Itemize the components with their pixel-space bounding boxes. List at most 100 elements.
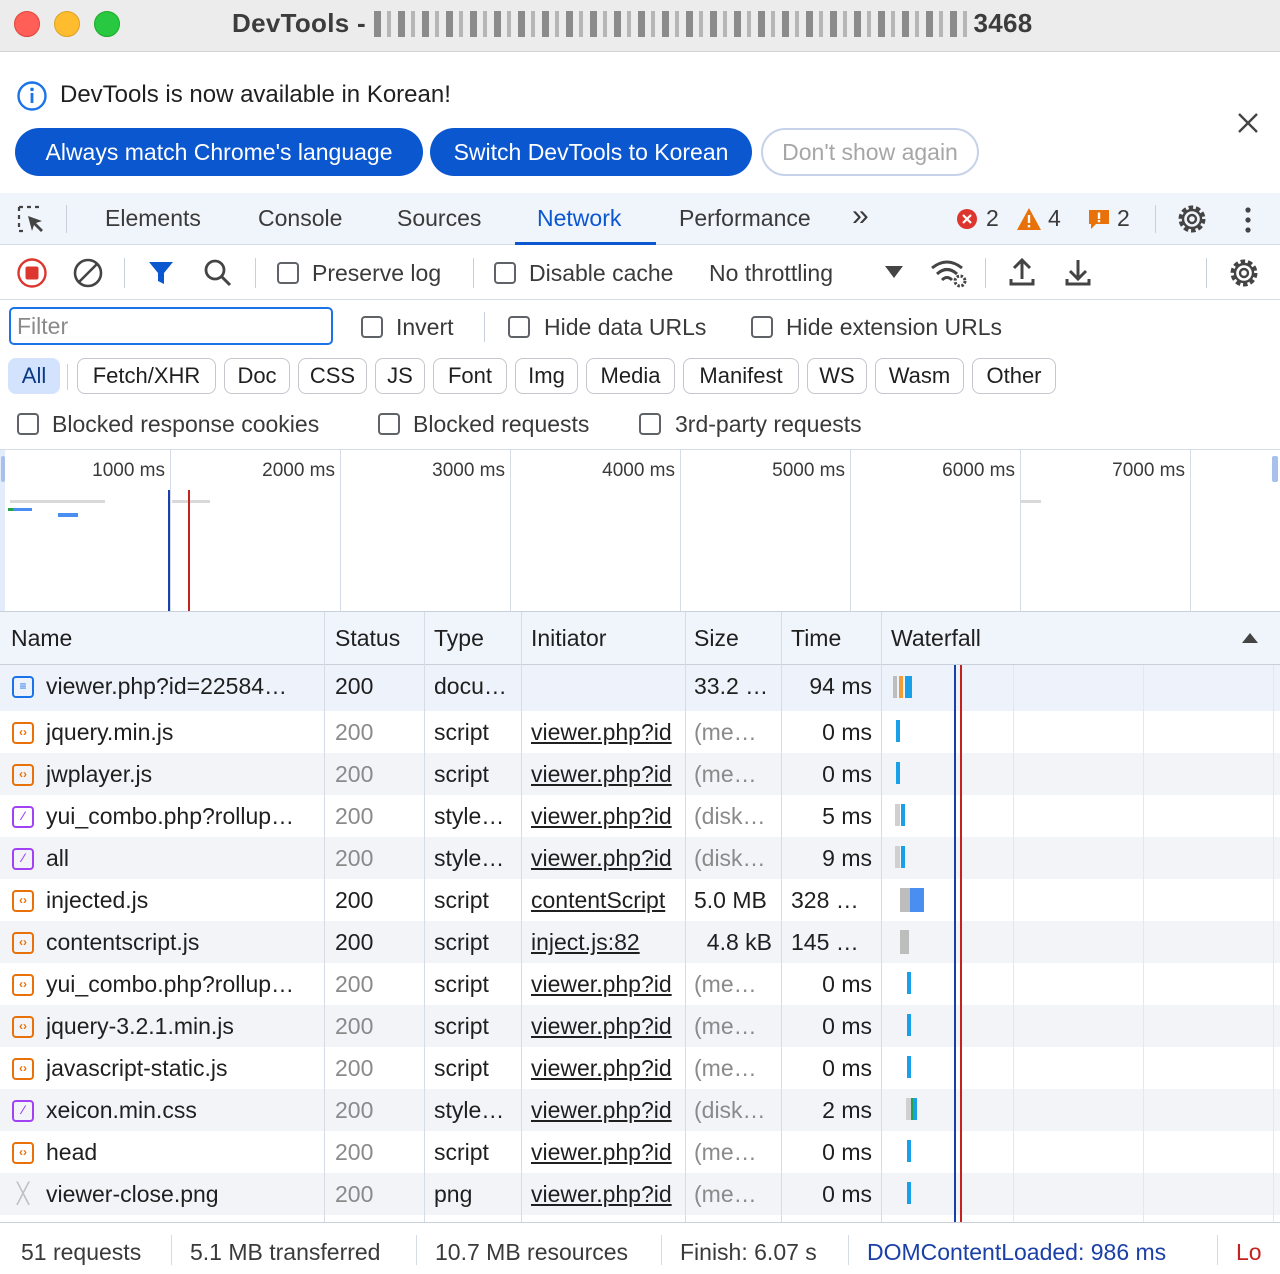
- table-row[interactable]: ‹› yui_combo.php?rollup… 200 script viewer.p…: [0, 963, 1280, 1005]
- hide-extension-urls-checkbox[interactable]: [751, 316, 773, 338]
- table-row[interactable]: ⁄ all 200 style… viewer.php?id (disk… 9 ms: [0, 837, 1280, 879]
- close-icon[interactable]: [1236, 111, 1260, 135]
- filter-chip-css[interactable]: CSS: [298, 358, 367, 394]
- tab-network[interactable]: Network: [537, 205, 621, 232]
- filter-chip-manifest[interactable]: Manifest: [683, 358, 799, 394]
- blocked-requests-checkbox[interactable]: [378, 413, 400, 435]
- initiator-link[interactable]: inject.js:82: [531, 929, 685, 956]
- initiator-link[interactable]: viewer.php?id: [531, 1097, 685, 1124]
- clear-icon[interactable]: [72, 257, 104, 289]
- filter-chip-font[interactable]: Font: [433, 358, 507, 394]
- stop-recording-icon[interactable]: [16, 257, 48, 289]
- tab-elements[interactable]: Elements: [105, 205, 201, 232]
- invert-checkbox[interactable]: [361, 316, 383, 338]
- warning-count[interactable]: 4: [1048, 205, 1061, 232]
- initiator-link[interactable]: viewer.php?id: [531, 971, 685, 998]
- column-header-type[interactable]: Type: [434, 625, 484, 652]
- table-row[interactable]: ‹› injected.js 200 script contentScript 5.0 M…: [0, 879, 1280, 921]
- always-match-language-button[interactable]: Always match Chrome's language: [15, 128, 423, 176]
- initiator-link[interactable]: viewer.php?id: [531, 845, 685, 872]
- zoom-window-button[interactable]: [94, 11, 120, 37]
- table-row[interactable]: ‹› contentscript.js 200 script inject.js:82 4…: [0, 921, 1280, 963]
- inspect-element-icon[interactable]: [16, 204, 48, 236]
- filter-chip-wasm[interactable]: Wasm: [875, 358, 964, 394]
- filter-chip-doc[interactable]: Doc: [224, 358, 290, 394]
- more-options-icon[interactable]: [1238, 205, 1258, 235]
- initiator-link[interactable]: viewer.php?id: [531, 1055, 685, 1082]
- script-file-icon: ‹›: [12, 1016, 34, 1038]
- filter-chip-media[interactable]: Media: [586, 358, 675, 394]
- column-header-status[interactable]: Status: [335, 625, 400, 652]
- export-har-download-icon[interactable]: [1064, 257, 1092, 287]
- search-icon[interactable]: [202, 257, 234, 289]
- table-row[interactable]: ‹› jwplayer.js 200 script viewer.php?id (me… 0…: [0, 753, 1280, 795]
- column-header-size[interactable]: Size: [694, 625, 739, 652]
- table-row[interactable]: ‹› javascript-static.js 200 script viewer.ph…: [0, 1047, 1280, 1089]
- hide-data-urls-checkbox[interactable]: [508, 316, 530, 338]
- info-icon: [17, 81, 47, 111]
- initiator-link[interactable]: viewer.php?id: [531, 1013, 685, 1040]
- initiator-link[interactable]: viewer.php?id: [531, 803, 685, 830]
- table-row[interactable]: ≡ viewer.php?id=22584… 200 docu… 33.2 … 94 ms: [0, 665, 1280, 711]
- table-row[interactable]: ‹› head 200 script viewer.php?id (me… 0 ms: [0, 1131, 1280, 1173]
- minimize-window-button[interactable]: [54, 11, 80, 37]
- dont-show-again-button[interactable]: Don't show again: [761, 128, 979, 176]
- script-file-icon: ‹›: [12, 974, 34, 996]
- filter-funnel-icon[interactable]: [146, 258, 176, 288]
- preserve-log-checkbox[interactable]: [277, 262, 299, 284]
- overview-handle-left-grip[interactable]: [1, 456, 5, 482]
- table-row[interactable]: ‹› jquery.min.js 200 script viewer.php?id (me…: [0, 711, 1280, 753]
- filter-chip-other[interactable]: Other: [972, 358, 1056, 394]
- initiator-link[interactable]: viewer.php?id: [531, 719, 685, 746]
- more-tabs-button[interactable]: »: [852, 199, 869, 233]
- waterfall-bar: [907, 1056, 911, 1078]
- table-row[interactable]: ⁄ xeicon.min.css 200 style… viewer.php?id (di…: [0, 1089, 1280, 1131]
- warning-icon[interactable]: [1016, 207, 1042, 231]
- script-file-icon: ‹›: [12, 890, 34, 912]
- waterfall-bar: [896, 762, 900, 784]
- sort-ascending-icon[interactable]: [1241, 632, 1259, 644]
- status-code: 200: [335, 971, 374, 997]
- settings-gear-icon[interactable]: [1175, 202, 1209, 236]
- column-header-waterfall[interactable]: Waterfall: [891, 625, 981, 652]
- table-row[interactable]: ╳ viewer-close.png 200 png viewer.php?id (me……: [0, 1173, 1280, 1215]
- overview-handle-right[interactable]: [1272, 456, 1278, 482]
- table-row[interactable]: ⁄ yui_combo.php?rollup… 200 style… viewer.ph…: [0, 795, 1280, 837]
- import-har-upload-icon[interactable]: [1008, 257, 1036, 287]
- status-code: 200: [335, 929, 374, 955]
- filter-chip-img[interactable]: Img: [515, 358, 578, 394]
- tab-console[interactable]: Console: [258, 205, 342, 232]
- initiator-link[interactable]: viewer.php?id: [531, 761, 685, 788]
- switch-to-korean-button[interactable]: Switch DevTools to Korean: [430, 128, 752, 176]
- column-header-time[interactable]: Time: [791, 625, 841, 652]
- column-header-initiator[interactable]: Initiator: [531, 625, 606, 652]
- close-window-button[interactable]: [14, 11, 40, 37]
- filter-chip-ws[interactable]: WS: [807, 358, 867, 394]
- network-overview-timeline[interactable]: 1000 ms 2000 ms 3000 ms 4000 ms 5000 ms …: [0, 450, 1280, 612]
- status-code: 200: [335, 761, 374, 787]
- error-count[interactable]: 2: [986, 205, 999, 232]
- column-divider: [324, 612, 325, 1222]
- blocked-response-cookies-checkbox[interactable]: [17, 413, 39, 435]
- filter-chip-all[interactable]: All: [8, 358, 60, 394]
- throttling-select[interactable]: No throttling: [709, 260, 833, 287]
- initiator-link[interactable]: viewer.php?id: [531, 1139, 685, 1166]
- filter-chip-fetch-xhr[interactable]: Fetch/XHR: [77, 358, 216, 394]
- chevron-down-icon[interactable]: [884, 265, 904, 279]
- initiator-link[interactable]: viewer.php?id: [531, 1181, 685, 1208]
- filter-chip-js[interactable]: JS: [375, 358, 425, 394]
- filter-input[interactable]: [9, 307, 333, 345]
- error-icon[interactable]: [956, 208, 978, 230]
- issues-icon[interactable]: [1087, 208, 1111, 230]
- column-header-name[interactable]: Name: [11, 625, 72, 652]
- tab-performance[interactable]: Performance: [679, 205, 811, 232]
- request-time: 2 ms: [822, 1097, 872, 1123]
- disable-cache-checkbox[interactable]: [494, 262, 516, 284]
- third-party-requests-checkbox[interactable]: [639, 413, 661, 435]
- table-row[interactable]: ‹› jquery-3.2.1.min.js 200 script viewer.php…: [0, 1005, 1280, 1047]
- tab-sources[interactable]: Sources: [397, 205, 481, 232]
- network-settings-gear-icon[interactable]: [1227, 256, 1261, 290]
- network-conditions-icon[interactable]: [930, 258, 968, 288]
- issues-count[interactable]: 2: [1117, 205, 1130, 232]
- initiator-link[interactable]: contentScript: [531, 887, 685, 914]
